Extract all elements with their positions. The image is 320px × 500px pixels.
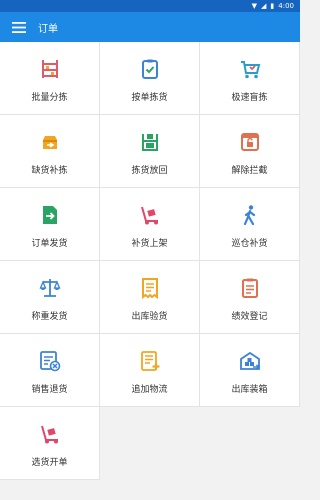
tile-label: 选货开单 [31, 458, 68, 468]
shelf-return-icon [138, 130, 162, 154]
document-send-icon [38, 203, 62, 227]
tile-shortage-repick[interactable]: 缺货补拣 [0, 115, 100, 188]
empty-cell [200, 407, 300, 480]
tile-label: 补货上架 [131, 239, 168, 249]
tile-label: 缺货补拣 [31, 166, 68, 176]
tile-label: 拣货放回 [131, 166, 168, 176]
trolley-icon [38, 422, 62, 446]
window-unlock-icon [238, 130, 262, 154]
tile-patrol-restock[interactable]: 巡仓补货 [200, 188, 300, 261]
tile-pick-return[interactable]: 拣货放回 [100, 115, 200, 188]
cart-icon [238, 57, 262, 81]
tile-add-logistics[interactable]: 追加物流 [100, 334, 200, 407]
tile-label: 出库验货 [131, 312, 168, 322]
tile-label: 极速盲拣 [231, 93, 268, 103]
warehouse-icon [238, 349, 262, 373]
tile-label: 追加物流 [131, 385, 168, 395]
tile-label: 批量分拣 [31, 93, 68, 103]
tile-label: 按单拣货 [131, 93, 168, 103]
receipt-icon [138, 276, 162, 300]
tile-label: 销售退货 [31, 385, 68, 395]
clipboard-list-icon [238, 276, 262, 300]
tile-outbound-packing[interactable]: 出库装箱 [200, 334, 300, 407]
tile-label: 巡仓补货 [231, 239, 268, 249]
tile-sales-return[interactable]: 销售退货 [0, 334, 100, 407]
tile-select-goods-invoice[interactable]: 选货开单 [0, 407, 100, 480]
tile-label: 出库装箱 [231, 385, 268, 395]
tile-label: 解除拦截 [231, 166, 268, 176]
tile-label: 称重发货 [31, 312, 68, 322]
page-title: 订单 [38, 23, 58, 35]
empty-cell [100, 407, 200, 480]
box-fill-icon [38, 130, 62, 154]
hand-truck-icon [138, 203, 162, 227]
scale-icon [38, 276, 62, 300]
form-return-icon [38, 349, 62, 373]
tile-label: 绩效登记 [231, 312, 268, 322]
tile-fast-blind-pick[interactable]: 极速盲拣 [200, 42, 300, 115]
clipboard-check-icon [138, 57, 162, 81]
signal-icon: ◢ [261, 2, 267, 10]
app-bar: 订单 [0, 12, 300, 42]
wifi-icon: ▼ [251, 2, 258, 10]
order-function-grid: 批量分拣 按单拣货 极速盲拣 缺货补拣 拣货放回 解除拦截 订单发货 补货上架 … [0, 42, 300, 480]
tile-outbound-inspection[interactable]: 出库验货 [100, 261, 200, 334]
document-add-icon [138, 349, 162, 373]
status-bar: ▼ ◢ ▮ 4:00 [0, 0, 300, 12]
tile-release-interception[interactable]: 解除拦截 [200, 115, 300, 188]
status-time: 4:00 [278, 2, 294, 10]
tile-weigh-ship[interactable]: 称重发货 [0, 261, 100, 334]
tile-restock-shelve[interactable]: 补货上架 [100, 188, 200, 261]
walking-person-icon [238, 203, 262, 227]
tile-performance-register[interactable]: 绩效登记 [200, 261, 300, 334]
hamburger-menu-icon[interactable] [0, 12, 38, 42]
battery-icon: ▮ [270, 2, 275, 10]
tile-batch-sorting[interactable]: 批量分拣 [0, 42, 100, 115]
tile-order-shipping[interactable]: 订单发货 [0, 188, 100, 261]
shelf-icon [38, 57, 62, 81]
tile-label: 订单发货 [31, 239, 68, 249]
tile-pick-by-order[interactable]: 按单拣货 [100, 42, 200, 115]
